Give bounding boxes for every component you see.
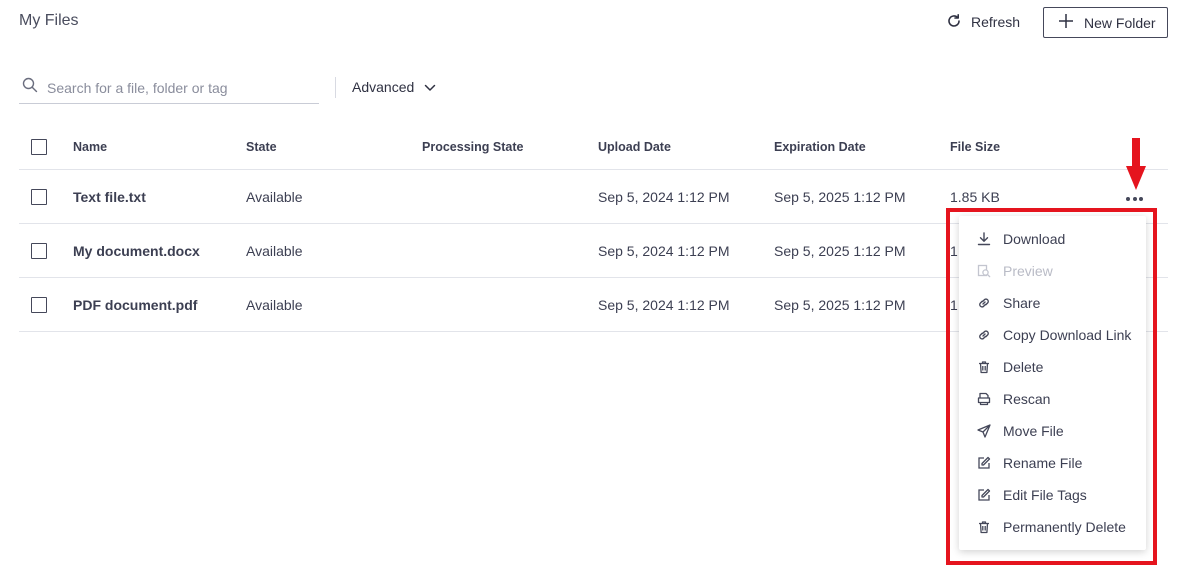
column-header-processing-state[interactable]: Processing State — [422, 125, 523, 169]
select-all-cell — [31, 125, 47, 169]
menu-item-share[interactable]: Share — [959, 287, 1146, 319]
search-icon — [22, 77, 38, 98]
file-name[interactable]: Text file.txt — [73, 170, 146, 223]
menu-item-label: Delete — [1003, 359, 1044, 375]
advanced-dropdown[interactable]: Advanced — [352, 78, 436, 96]
select-all-checkbox[interactable] — [31, 139, 47, 155]
file-name[interactable]: PDF document.pdf — [73, 278, 197, 331]
refresh-label: Refresh — [971, 14, 1021, 30]
menu-item-preview[interactable]: Preview — [959, 255, 1146, 287]
row-select-cell — [31, 278, 47, 331]
chevron-down-icon — [424, 79, 436, 95]
file-size: 1 — [950, 242, 958, 259]
row-checkbox[interactable] — [31, 188, 47, 205]
rescan-icon — [977, 392, 991, 406]
row-checkbox[interactable] — [31, 296, 47, 313]
menu-item-copy-download-link[interactable]: Copy Download Link — [959, 319, 1146, 351]
file-upload-date: Sep 5, 2024 1:12 PM — [598, 242, 730, 259]
row-select-cell — [31, 224, 47, 277]
menu-item-move-file[interactable]: Move File — [959, 415, 1146, 447]
menu-item-label: Share — [1003, 295, 1041, 311]
column-header-state[interactable]: State — [246, 125, 277, 169]
menu-item-label: Rescan — [1003, 391, 1051, 407]
edit-icon — [977, 488, 991, 502]
plus-icon — [1058, 13, 1074, 32]
menu-item-label: Permanently Delete — [1003, 519, 1126, 535]
toolbar-divider — [335, 77, 336, 98]
file-state: Available — [246, 242, 303, 259]
page-title: My Files — [19, 12, 79, 29]
file-size: 1 — [950, 296, 958, 313]
menu-item-label: Move File — [1003, 423, 1064, 439]
file-state: Available — [246, 188, 303, 205]
menu-item-label: Download — [1003, 231, 1066, 247]
menu-item-label: Preview — [1003, 263, 1053, 279]
file-state: Available — [246, 296, 303, 313]
column-header-upload-date[interactable]: Upload Date — [598, 125, 671, 169]
download-icon — [977, 232, 991, 246]
file-name[interactable]: My document.docx — [73, 224, 200, 277]
advanced-label: Advanced — [352, 79, 415, 95]
menu-item-rescan[interactable]: Rescan — [959, 383, 1146, 415]
refresh-button[interactable]: Refresh — [946, 12, 1020, 32]
row-checkbox[interactable] — [31, 242, 47, 259]
link-icon — [977, 296, 991, 310]
menu-item-permanently-delete[interactable]: Permanently Delete — [959, 511, 1146, 543]
link-icon — [977, 328, 991, 342]
file-upload-date: Sep 5, 2024 1:12 PM — [598, 188, 730, 205]
file-expiration-date: Sep 5, 2025 1:12 PM — [774, 188, 906, 205]
column-header-file-size[interactable]: File Size — [950, 125, 1000, 169]
menu-item-label: Rename File — [1003, 455, 1083, 471]
row-select-cell — [31, 170, 47, 223]
column-header-name[interactable]: Name — [73, 125, 107, 169]
menu-item-label: Copy Download Link — [1003, 327, 1132, 343]
file-expiration-date: Sep 5, 2025 1:12 PM — [774, 242, 906, 259]
red-arrow-annotation-icon — [1125, 138, 1147, 198]
trash-icon — [977, 520, 991, 534]
menu-item-label: Edit File Tags — [1003, 487, 1087, 503]
search-input[interactable] — [47, 79, 307, 96]
search-box — [19, 72, 319, 104]
send-icon — [977, 424, 991, 438]
file-expiration-date: Sep 5, 2025 1:12 PM — [774, 296, 906, 313]
table-header-row: Name State Processing State Upload Date … — [19, 125, 1168, 170]
refresh-icon — [946, 13, 962, 32]
context-menu: Download Preview Share Copy Download Lin… — [959, 216, 1146, 550]
menu-item-rename-file[interactable]: Rename File — [959, 447, 1146, 479]
preview-icon — [977, 264, 991, 278]
trash-icon — [977, 360, 991, 374]
column-header-expiration-date[interactable]: Expiration Date — [774, 125, 866, 169]
menu-item-edit-file-tags[interactable]: Edit File Tags — [959, 479, 1146, 511]
file-upload-date: Sep 5, 2024 1:12 PM — [598, 296, 730, 313]
edit-icon — [977, 456, 991, 470]
menu-item-download[interactable]: Download — [959, 223, 1146, 255]
new-folder-label: New Folder — [1084, 14, 1156, 31]
menu-item-delete[interactable]: Delete — [959, 351, 1146, 383]
new-folder-button[interactable]: New Folder — [1043, 7, 1168, 38]
